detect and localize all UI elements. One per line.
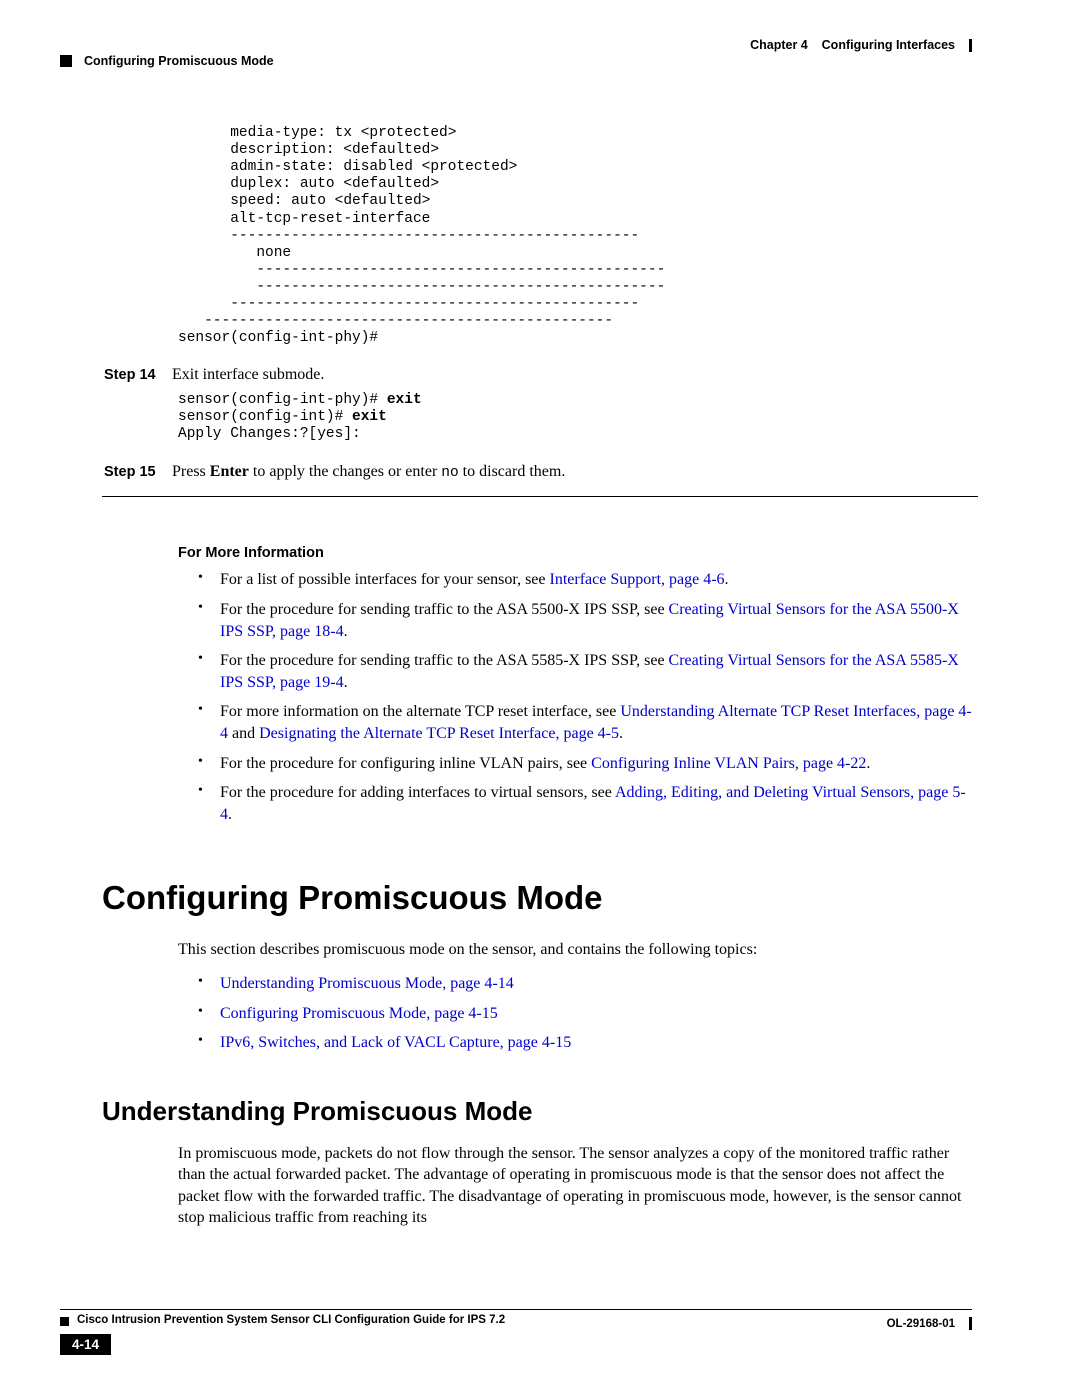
page-number: 4-14 bbox=[60, 1334, 111, 1355]
list-item: Understanding Promiscuous Mode, page 4-1… bbox=[198, 973, 972, 995]
step-15: Step 15 Press Enter to apply the changes… bbox=[104, 462, 972, 483]
running-header-right: Chapter 4 Configuring Interfaces bbox=[750, 38, 972, 52]
page-footer: Cisco Intrusion Prevention System Sensor… bbox=[60, 1309, 972, 1355]
key-enter: Enter bbox=[210, 463, 249, 480]
list-item: For the procedure for sending traffic to… bbox=[198, 599, 972, 642]
chapter-title: Configuring Interfaces bbox=[822, 38, 955, 52]
footer-bar bbox=[969, 1317, 972, 1330]
cli-cmd: exit bbox=[352, 409, 387, 425]
topic-list: Understanding Promiscuous Mode, page 4-1… bbox=[198, 973, 972, 1054]
list-item: For the procedure for configuring inline… bbox=[198, 753, 972, 775]
cli-prompt: sensor(config-int)# bbox=[178, 409, 352, 425]
xref-link[interactable]: Configuring Promiscuous Mode, page 4-15 bbox=[220, 1005, 498, 1022]
cli-cmd: exit bbox=[387, 392, 422, 408]
cli-no: no bbox=[441, 465, 458, 481]
doc-id: OL-29168-01 bbox=[887, 1318, 955, 1330]
more-info-list: For a list of possible interfaces for yo… bbox=[198, 569, 972, 825]
section-header-left: Configuring Promiscuous Mode bbox=[84, 54, 274, 68]
xref-link[interactable]: Designating the Alternate TCP Reset Inte… bbox=[259, 725, 619, 742]
step-label: Step 15 bbox=[104, 464, 158, 480]
list-item: For the procedure for adding interfaces … bbox=[198, 782, 972, 825]
section-intro: This section describes promiscuous mode … bbox=[178, 939, 972, 961]
cli-prompt: sensor(config-int-phy)# bbox=[178, 392, 387, 408]
step-14: Step 14 Exit interface submode. bbox=[104, 365, 972, 386]
cli-output-pre: media-type: tx <protected> description: … bbox=[178, 125, 972, 347]
step-label: Step 14 bbox=[104, 367, 158, 383]
header-bar bbox=[969, 39, 972, 52]
step-body: Press Enter to apply the changes or ente… bbox=[172, 462, 972, 483]
list-item: IPv6, Switches, and Lack of VACL Capture… bbox=[198, 1032, 972, 1054]
guide-title: Cisco Intrusion Prevention System Sensor… bbox=[77, 1314, 505, 1326]
cli-apply: Apply Changes:?[yes]: bbox=[178, 426, 361, 442]
doc-id-row: OL-29168-01 bbox=[887, 1317, 972, 1330]
body-paragraph: In promiscuous mode, packets do not flow… bbox=[178, 1143, 972, 1229]
xref-link[interactable]: Understanding Promiscuous Mode, page 4-1… bbox=[220, 975, 514, 992]
step-body: Exit interface submode. bbox=[172, 365, 972, 386]
list-item: For a list of possible interfaces for yo… bbox=[198, 569, 972, 591]
list-item: Configuring Promiscuous Mode, page 4-15 bbox=[198, 1003, 972, 1025]
list-item: For the procedure for sending traffic to… bbox=[198, 650, 972, 693]
footer-bullet-icon bbox=[60, 1317, 69, 1326]
h2-understanding-promiscuous: Understanding Promiscuous Mode bbox=[102, 1096, 972, 1127]
list-item: For more information on the alternate TC… bbox=[198, 701, 972, 744]
section-rule bbox=[102, 496, 978, 497]
xref-link[interactable]: Interface Support, page 4-6 bbox=[550, 571, 725, 588]
footer-rule bbox=[60, 1309, 972, 1310]
running-header-left: Configuring Promiscuous Mode bbox=[60, 54, 274, 68]
chapter-label: Chapter 4 bbox=[750, 38, 808, 52]
h1-configuring-promiscuous: Configuring Promiscuous Mode bbox=[102, 879, 972, 917]
cli-example-step14: sensor(config-int-phy)# exit sensor(conf… bbox=[178, 392, 972, 443]
xref-link[interactable]: IPv6, Switches, and Lack of VACL Capture… bbox=[220, 1034, 571, 1051]
more-info-heading: For More Information bbox=[178, 545, 972, 561]
xref-link[interactable]: Configuring Inline VLAN Pairs, page 4-22 bbox=[591, 755, 866, 772]
page-number-box: 4-14 bbox=[60, 1334, 111, 1355]
header-bullet-icon bbox=[60, 55, 72, 67]
